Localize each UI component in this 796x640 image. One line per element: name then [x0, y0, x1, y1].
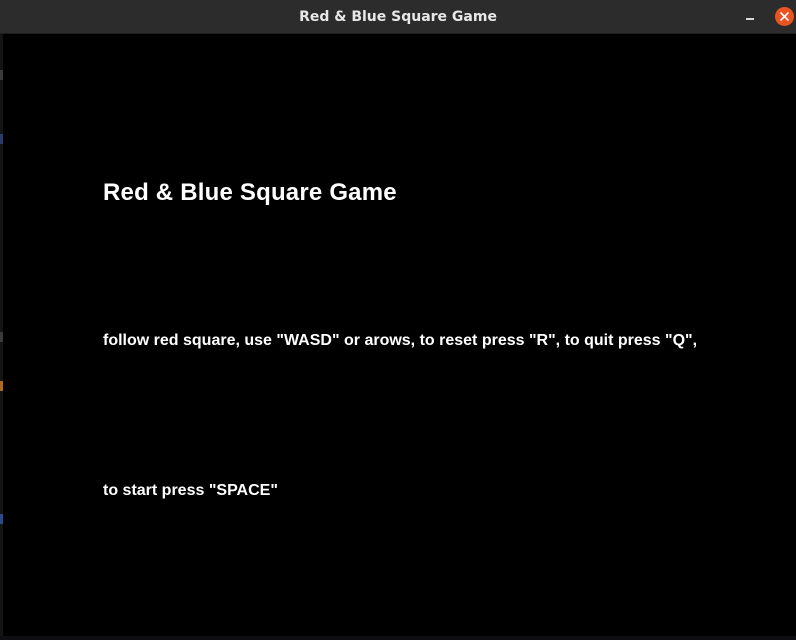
minimize-button[interactable]	[740, 7, 760, 27]
game-canvas[interactable]: Red & Blue Square Game follow red square…	[3, 34, 796, 636]
window-bottom-edge	[0, 636, 796, 640]
game-title: Red & Blue Square Game	[103, 179, 397, 206]
game-window: Red & Blue Square Game Red & Blue Square…	[0, 0, 796, 640]
close-icon	[780, 12, 789, 21]
start-hint-text: to start press "SPACE"	[103, 482, 278, 499]
instructions-text: follow red square, use "WASD" or arows, …	[103, 332, 698, 349]
minimize-icon	[746, 18, 754, 20]
title-bar[interactable]: Red & Blue Square Game	[0, 0, 796, 34]
close-button[interactable]	[775, 7, 794, 26]
window-title: Red & Blue Square Game	[299, 9, 497, 25]
